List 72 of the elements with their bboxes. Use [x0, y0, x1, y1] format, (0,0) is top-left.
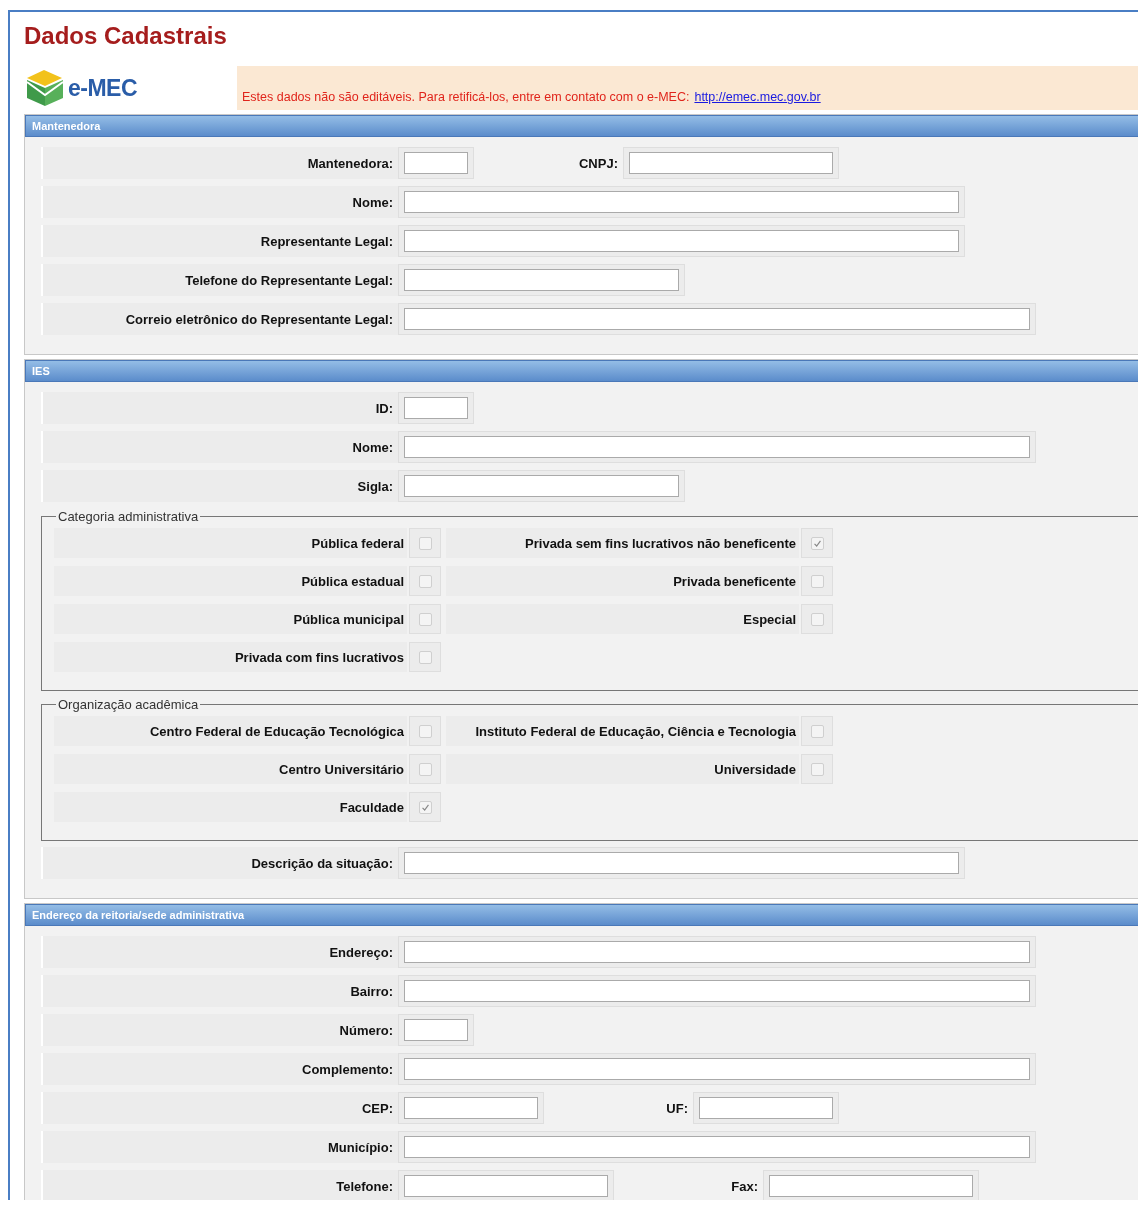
field-label: Município:: [41, 1131, 398, 1163]
input-field[interactable]: [404, 230, 959, 252]
field-label: Correio eletrônico do Representante Legal:: [41, 303, 398, 335]
checkbox-label: Centro Universitário: [54, 754, 407, 784]
input-field[interactable]: [404, 308, 1030, 330]
logo-text: e-MEC: [68, 74, 138, 102]
field-label: Representante Legal:: [41, 225, 398, 257]
checkbox-label: Pública municipal: [54, 604, 407, 634]
checkbox-label: Privada beneficente: [446, 566, 799, 596]
page-title: Dados Cadastrais: [24, 22, 227, 51]
site-link[interactable]: http://emec.mec.gov.br: [694, 90, 821, 104]
field-label: Endereço:: [41, 936, 398, 968]
checkbox-label: Instituto Federal de Educação, Ciência e Tecnologia: [446, 716, 799, 746]
checkbox[interactable]: [418, 650, 432, 664]
field-label: Mantenedora:: [41, 147, 398, 179]
checkbox-label: Privada com fins lucrativos: [54, 642, 407, 672]
input-field[interactable]: [404, 1136, 1030, 1158]
field-label: Telefone:: [41, 1170, 398, 1200]
checkbox[interactable]: [810, 724, 824, 738]
checkbox-label: Especial: [446, 604, 799, 634]
input-field[interactable]: [404, 1058, 1030, 1080]
notice-text: Estes dados não são editáveis. Para retificá-los, entre em contato com o e-MEC: http://emec.mec.gov.br: [242, 90, 821, 104]
section-header: IES: [25, 360, 1138, 382]
group-legend: Categoria administrativa: [56, 509, 201, 524]
input-field[interactable]: [404, 475, 679, 497]
checkbox[interactable]: [418, 536, 432, 550]
checkbox-label: Pública estadual: [54, 566, 407, 596]
section-header: Mantenedora: [25, 115, 1138, 137]
checkbox[interactable]: [810, 612, 824, 626]
checkbox[interactable]: [810, 762, 824, 776]
input-field[interactable]: [404, 852, 959, 874]
input-field[interactable]: [404, 152, 468, 174]
input-field[interactable]: [629, 152, 833, 174]
field-label: Nome:: [41, 431, 398, 463]
checkbox-label: Privada sem fins lucrativos não beneficente: [446, 528, 799, 558]
checkbox[interactable]: [810, 574, 824, 588]
field-label: CEP:: [41, 1092, 398, 1124]
checkbox[interactable]: [418, 762, 432, 776]
checkbox[interactable]: [418, 800, 432, 814]
checkbox-label: Pública federal: [54, 528, 407, 558]
input-field[interactable]: [404, 436, 1030, 458]
input-field[interactable]: [404, 1019, 468, 1041]
input-field[interactable]: [404, 269, 679, 291]
field-label: ID:: [41, 392, 398, 424]
input-field[interactable]: [404, 980, 1030, 1002]
input-field[interactable]: [404, 397, 468, 419]
input-field[interactable]: [769, 1175, 973, 1197]
field-label: Telefone do Representante Legal:: [41, 264, 398, 296]
group-legend: Organização acadêmica: [56, 697, 201, 712]
checkbox-label: Faculdade: [54, 792, 407, 822]
field-label: Complemento:: [41, 1053, 398, 1085]
checkbox-label: Centro Federal de Educação Tecnológica: [54, 716, 407, 746]
field-label: Sigla:: [41, 470, 398, 502]
logo-icon: [24, 68, 66, 108]
field-label: Número:: [41, 1014, 398, 1046]
field-label: CNPJ:: [578, 154, 619, 173]
input-field[interactable]: [404, 191, 959, 213]
section-header: Endereço da reitoria/sede administrativa: [25, 904, 1138, 926]
field-label: UF:: [665, 1099, 689, 1118]
checkbox[interactable]: [810, 536, 824, 550]
field-label: Bairro:: [41, 975, 398, 1007]
field-label: Fax:: [730, 1177, 759, 1196]
input-field[interactable]: [404, 1097, 538, 1119]
input-field[interactable]: [404, 1175, 608, 1197]
checkbox[interactable]: [418, 724, 432, 738]
input-field[interactable]: [404, 941, 1030, 963]
checkbox[interactable]: [418, 612, 432, 626]
field-label: Nome:: [41, 186, 398, 218]
checkbox-label: Universidade: [446, 754, 799, 784]
input-field[interactable]: [699, 1097, 833, 1119]
field-label: Descrição da situação:: [41, 847, 398, 879]
checkbox[interactable]: [418, 574, 432, 588]
